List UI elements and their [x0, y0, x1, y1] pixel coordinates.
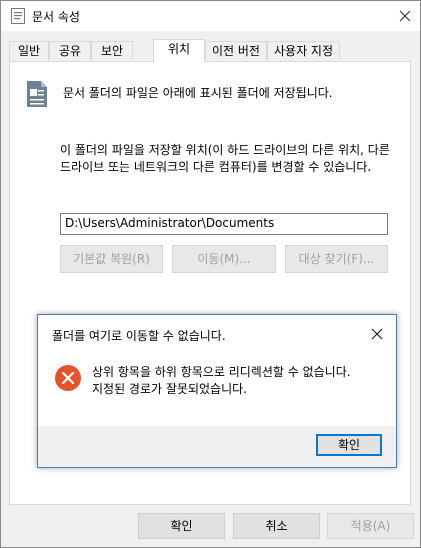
- close-icon: [371, 328, 383, 340]
- apply-button[interactable]: 적용(A): [327, 513, 414, 539]
- restore-default-button[interactable]: 기본값 복원(R): [60, 245, 163, 273]
- move-button[interactable]: 이동(M)...: [172, 245, 276, 273]
- folder-path-field[interactable]: D:\Users\Administrator\Documents: [60, 213, 388, 235]
- error-icon: [55, 365, 81, 391]
- error-message-line-2: 지정된 경로가 잘못되었습니다.: [92, 382, 247, 396]
- window-title: 문서 속성: [32, 10, 80, 24]
- error-message: 상위 항목을 하위 항목으로 리디렉션할 수 없습니다. 지정된 경로가 잘못되…: [92, 364, 392, 398]
- cancel-button[interactable]: 취소: [233, 513, 320, 539]
- document-icon: [11, 8, 25, 24]
- title-bar[interactable]: 문서 속성: [1, 1, 420, 31]
- window-close-button[interactable]: [390, 1, 420, 31]
- tab-previous-versions[interactable]: 이전 버전: [205, 41, 267, 60]
- tab-location[interactable]: 위치: [153, 39, 205, 62]
- tab-security[interactable]: 보안: [91, 41, 133, 60]
- find-target-button[interactable]: 대상 찾기(F)...: [285, 245, 388, 273]
- tab-sharing[interactable]: 공유: [49, 41, 91, 60]
- error-message-line-1: 상위 항목을 하위 항목으로 리디렉션할 수 없습니다.: [92, 365, 351, 379]
- error-dialog: 폴더를 여기로 이동할 수 없습니다. 상위 항목을 하위 항목으로 리디렉션할…: [37, 314, 397, 468]
- tab-customize[interactable]: 사용자 지정: [267, 41, 340, 60]
- error-dialog-title: 폴더를 여기로 이동할 수 없습니다.: [52, 329, 226, 343]
- ok-button[interactable]: 확인: [138, 513, 225, 539]
- location-description: 문서 폴더의 파일은 아래에 표시된 폴더에 저장됩니다.: [63, 86, 333, 100]
- close-icon: [399, 10, 411, 22]
- documents-folder-icon: [27, 81, 47, 107]
- location-info-text: 이 폴더의 파일을 저장할 위치(이 하드 드라이브의 다른 위치, 다른 드라…: [60, 143, 390, 174]
- error-dialog-ok-button[interactable]: 확인: [316, 434, 382, 456]
- tab-general[interactable]: 일반: [9, 41, 49, 60]
- error-dialog-footer: 확인: [38, 426, 396, 467]
- error-dialog-close-button[interactable]: [364, 321, 390, 347]
- properties-window: 문서 속성 일반 공유 보안 위치 이전 버전 사용자 지정 문서 폴더의 파일…: [0, 0, 421, 548]
